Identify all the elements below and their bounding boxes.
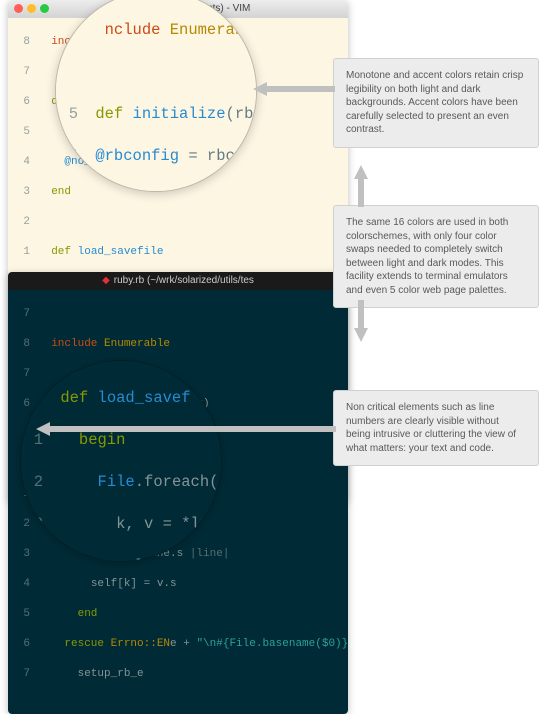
minimize-icon[interactable]	[27, 4, 36, 13]
callout-text: The same 16 colors are used in both colo…	[346, 217, 508, 296]
callout-sixteen: The same 16 colors are used in both colo…	[333, 205, 539, 308]
arrow-up-icon	[352, 165, 370, 207]
ruby-icon: ◆	[102, 275, 110, 286]
callout-linenums: Non critical elements such as line numbe…	[333, 390, 539, 466]
arrow-left-icon	[36, 420, 336, 438]
zoom-icon[interactable]	[40, 4, 49, 13]
callout-text: Non critical elements such as line numbe…	[346, 402, 516, 454]
callout-text: Monotone and accent colors retain crisp …	[346, 70, 523, 135]
close-icon[interactable]	[14, 4, 23, 13]
callout-accent: Monotone and accent colors retain crisp …	[333, 58, 539, 148]
arrow-icon	[253, 80, 335, 98]
dark-tabbar[interactable]: ◆ ruby.rb (~/wrk/solarized/utils/tes	[8, 272, 348, 290]
arrow-down-icon	[352, 300, 370, 342]
magnifier-dark: def load_savef 1 begin 2 File.foreach( 3…	[20, 360, 222, 562]
dark-tab-label: ruby.rb (~/wrk/solarized/utils/tes	[114, 275, 254, 286]
